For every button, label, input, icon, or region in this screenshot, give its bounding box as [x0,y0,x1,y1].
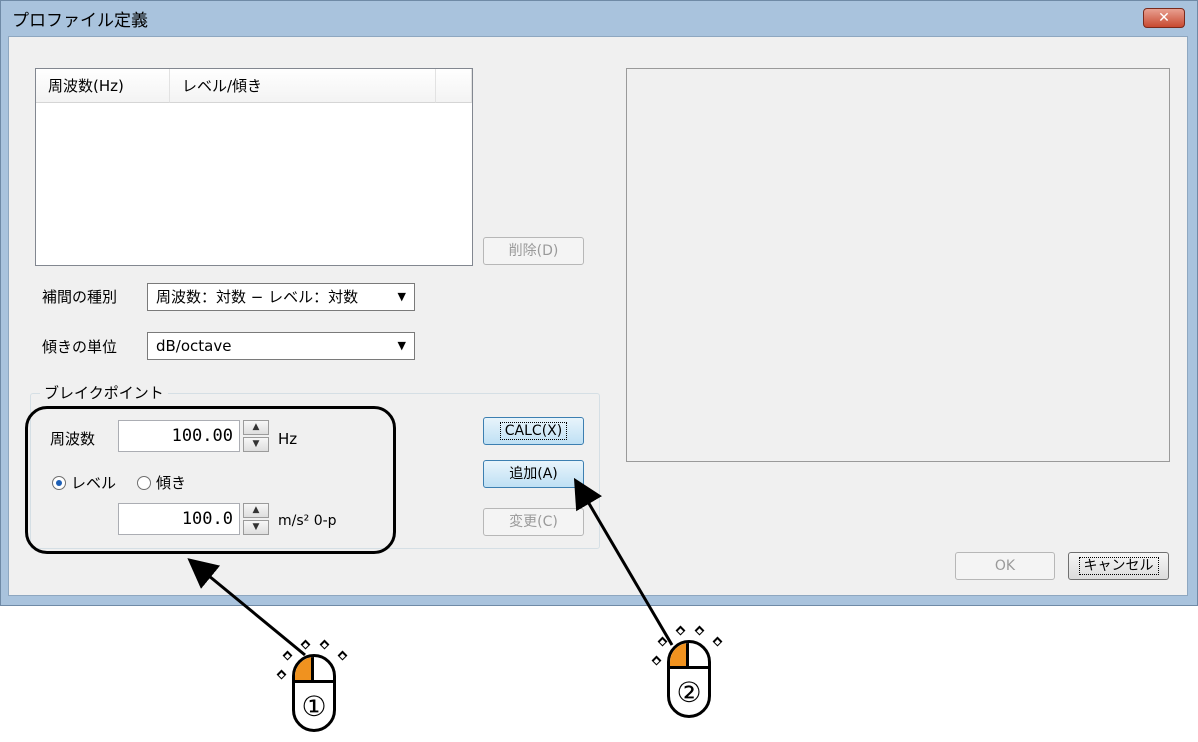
callout-arrow-2 [573,477,674,646]
callout-arrow-1 [187,558,306,657]
callout-arrows [187,477,674,657]
mouse-click-icon-2: ② [667,640,711,718]
mouse-click-icon-1: ① [292,654,336,732]
